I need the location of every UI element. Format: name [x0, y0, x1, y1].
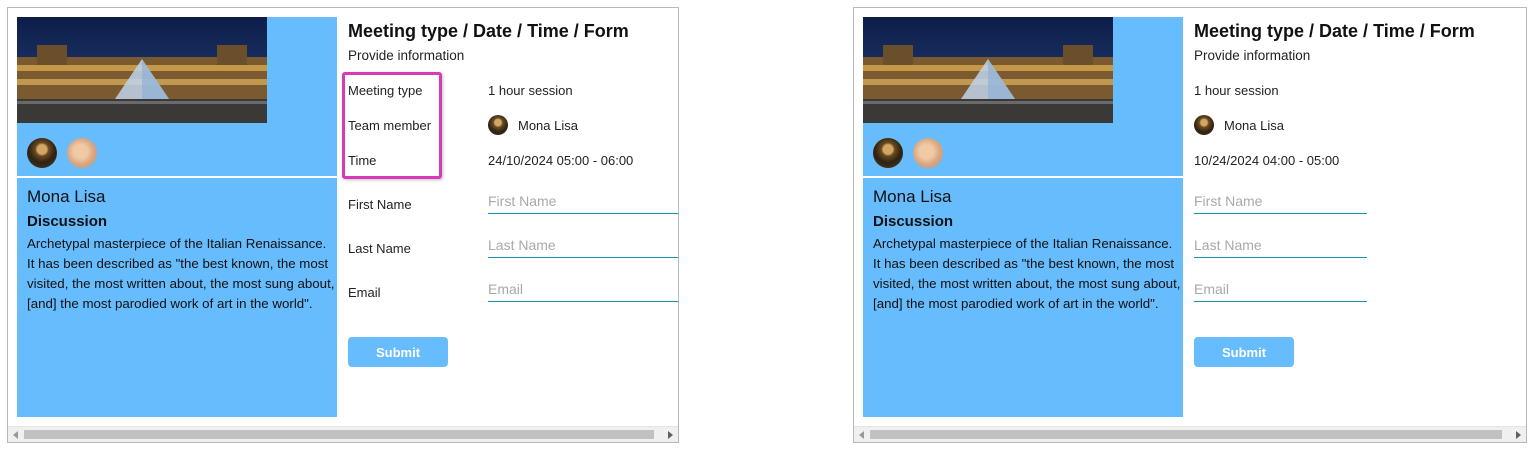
scroll-left-icon[interactable] [13, 431, 18, 439]
tan-avatar[interactable] [67, 138, 97, 168]
time-value: 10/24/2024 04:00 - 05:00 [1194, 153, 1340, 168]
host-description: Archetypal masterpiece of the Italian Re… [27, 236, 335, 311]
host-name: Mona Lisa [27, 187, 106, 206]
title-separator: / [1419, 21, 1425, 41]
title-step-time: Time [1373, 21, 1415, 41]
scroll-right-icon[interactable] [1516, 431, 1521, 439]
title-step-meeting-type: Meeting type [1194, 21, 1305, 41]
last-name-input[interactable] [1194, 232, 1367, 258]
page-title: Meeting type / Date / Time / Form [1194, 21, 1475, 42]
host-topic: Discussion [873, 213, 954, 230]
team-member-avatar [1194, 115, 1214, 135]
title-separator: / [1363, 21, 1369, 41]
host-description: Archetypal masterpiece of the Italian Re… [873, 236, 1181, 311]
page-subtitle: Provide information [348, 48, 465, 63]
scrollbar-thumb[interactable] [870, 430, 1502, 439]
title-step-meeting-type: Meeting type [348, 21, 459, 41]
team-member-avatar [488, 115, 508, 135]
title-step-date: Date [1319, 21, 1359, 41]
title-step-form: Form [1429, 21, 1475, 41]
page-title: Meeting type / Date / Time / Form [348, 21, 629, 42]
time-value: 24/10/2024 05:00 - 06:00 [488, 153, 634, 168]
email-input[interactable] [1194, 276, 1367, 302]
scroll-right-icon[interactable] [668, 431, 673, 439]
booking-widget-variant-2: Mona Lisa Discussion Archetypal masterpi… [853, 7, 1527, 443]
horizontal-scrollbar[interactable] [8, 426, 678, 442]
submit-button[interactable]: Submit [348, 337, 448, 367]
title-separator: / [1309, 21, 1315, 41]
louvre-photo [17, 17, 267, 123]
scrollbar-thumb[interactable] [24, 430, 654, 439]
last-name-label: Last Name [348, 241, 411, 256]
host-panel: Mona Lisa Discussion Archetypal masterpi… [17, 17, 337, 417]
first-name-input[interactable] [1194, 188, 1367, 214]
mona-lisa-avatar[interactable] [873, 138, 903, 168]
meeting-type-value: 1 hour session [488, 83, 573, 98]
title-step-date: Date [473, 21, 513, 41]
title-step-form: Form [583, 21, 629, 41]
host-name: Mona Lisa [873, 187, 952, 206]
first-name-input[interactable] [488, 188, 678, 214]
divider [17, 176, 337, 178]
louvre-photo [863, 17, 1113, 123]
last-name-input[interactable] [488, 232, 678, 258]
booking-widget-variant-1: Mona Lisa Discussion Archetypal masterpi… [7, 7, 679, 443]
host-topic: Discussion [27, 213, 108, 230]
email-input[interactable] [488, 276, 678, 302]
email-label: Email [348, 285, 381, 300]
title-step-time: Time [527, 21, 569, 41]
mona-lisa-avatar[interactable] [27, 138, 57, 168]
tan-avatar[interactable] [913, 138, 943, 168]
page-subtitle: Provide information [1194, 48, 1311, 63]
first-name-label: First Name [348, 197, 412, 212]
divider [863, 176, 1183, 178]
highlight-box [342, 72, 442, 179]
submit-button[interactable]: Submit [1194, 337, 1294, 367]
team-member-value: Mona Lisa [1224, 118, 1284, 133]
meeting-type-value: 1 hour session [1194, 83, 1279, 98]
title-separator: / [573, 21, 579, 41]
team-member-value: Mona Lisa [518, 118, 578, 133]
title-separator: / [463, 21, 469, 41]
title-separator: / [517, 21, 523, 41]
horizontal-scrollbar[interactable] [854, 426, 1526, 442]
scroll-left-icon[interactable] [859, 431, 864, 439]
host-panel: Mona Lisa Discussion Archetypal masterpi… [863, 17, 1183, 417]
